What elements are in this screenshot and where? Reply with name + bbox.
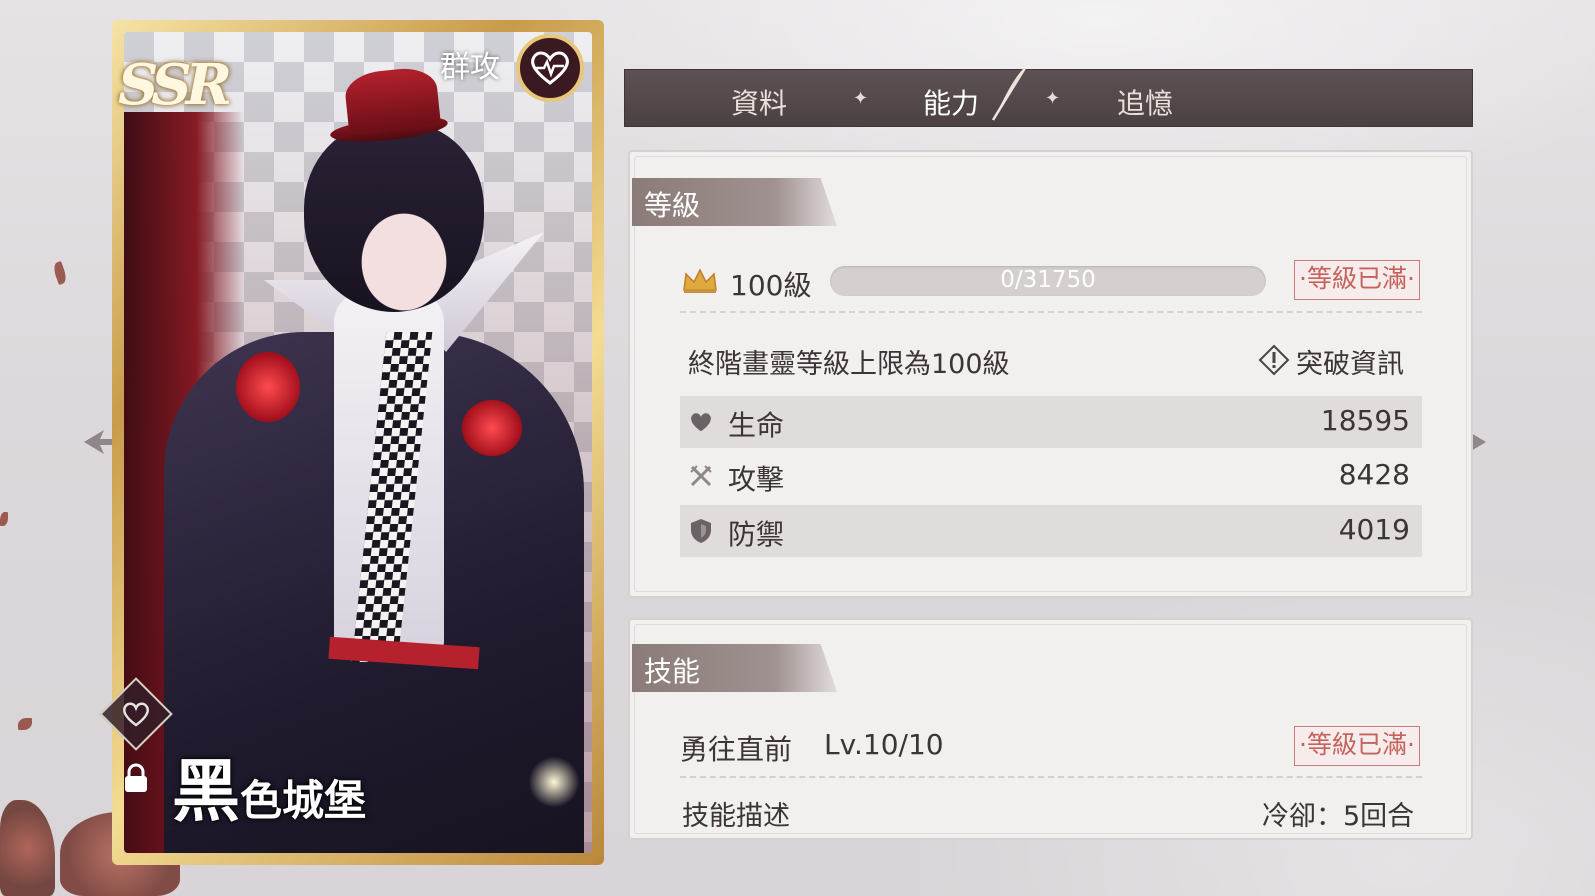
- tab-profile[interactable]: 資料: [731, 82, 787, 122]
- level-cap-note: 終階畫靈等級上限為100級: [688, 349, 1010, 380]
- rose-petal: [0, 512, 8, 526]
- skill-section-title: 技能: [644, 655, 701, 688]
- level-value: 100級: [730, 269, 812, 302]
- divider: [680, 776, 1422, 778]
- stat-row-defense: 防禦 4019: [680, 505, 1422, 557]
- level-section-title: 等級: [644, 189, 701, 222]
- character-name: 黑色城堡: [172, 736, 366, 835]
- quill-icon: [985, 64, 1031, 132]
- lock-icon[interactable]: [118, 760, 154, 796]
- character-artwork: [124, 32, 592, 853]
- crown-icon: [682, 268, 718, 298]
- rose-petal: [51, 260, 69, 286]
- rose-decoration: [0, 800, 55, 896]
- divider: [680, 311, 1422, 313]
- heart-icon: [688, 409, 714, 435]
- attack-type-label: 群攻: [440, 50, 500, 85]
- skill-description-label[interactable]: 技能描述: [682, 794, 790, 833]
- breakthrough-info-link[interactable]: 突破資訊: [1296, 342, 1404, 381]
- stat-value: 4019: [1338, 513, 1410, 546]
- exp-text: 0/31750: [1000, 267, 1096, 293]
- tab-memories[interactable]: 追憶: [1117, 82, 1173, 122]
- warning-diamond-icon[interactable]: [1258, 344, 1290, 380]
- level-section-header: 等級: [632, 178, 837, 226]
- crossed-swords-icon: [688, 463, 714, 489]
- exp-progress-bar: 0/31750: [830, 266, 1266, 296]
- stat-value: 8428: [1338, 458, 1410, 491]
- skill-cooldown: 冷卻：5回合: [1262, 801, 1415, 832]
- skill-maxed-badge: ·等級已滿·: [1294, 726, 1420, 766]
- stat-row-hp: 生命 18595: [680, 396, 1422, 448]
- stat-label: 生命: [728, 409, 785, 442]
- level-maxed-badge: ·等級已滿·: [1294, 260, 1420, 300]
- stat-label: 防禦: [728, 518, 785, 551]
- rose-petal: [18, 718, 32, 730]
- stat-label: 攻擊: [728, 463, 785, 496]
- tab-ability[interactable]: 能力: [923, 82, 979, 122]
- heartbeat-icon: [516, 34, 584, 102]
- skill-section-header: 技能: [632, 644, 837, 692]
- star-separator-icon: ✦: [853, 88, 869, 109]
- character-name-first: 黑: [172, 752, 241, 832]
- stat-row-attack: 攻擊 8428: [680, 450, 1422, 502]
- skill-name: 勇往直前: [680, 733, 793, 766]
- heart-outline-icon: [112, 690, 160, 738]
- stat-value: 18595: [1320, 404, 1410, 437]
- shield-icon: [688, 518, 714, 544]
- skill-level: Lv.10/10: [824, 728, 944, 761]
- star-separator-icon: ✦: [1045, 88, 1061, 109]
- tab-bar: 資料 ✦ 能力 ✦ 追憶: [624, 67, 1473, 127]
- character-name-rest: 色城堡: [240, 776, 367, 825]
- rarity-badge: SSR: [118, 52, 232, 118]
